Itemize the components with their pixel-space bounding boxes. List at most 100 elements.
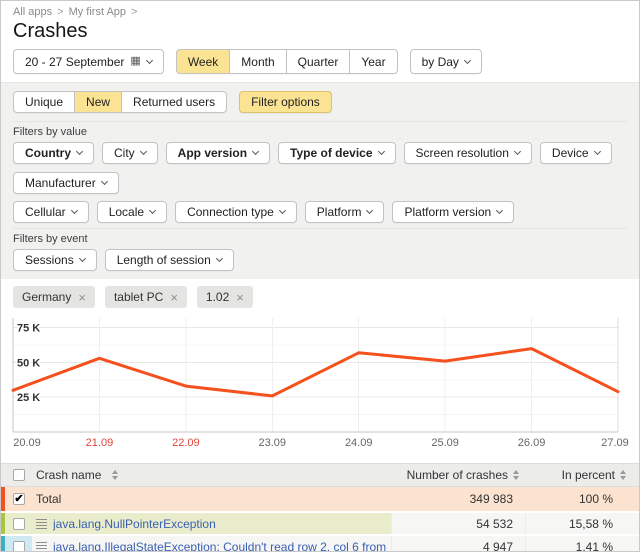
crashes-count: 4 947 xyxy=(391,536,525,552)
total-label: Total xyxy=(36,492,61,506)
table-row: java.lang.IllegalStateException: Couldn'… xyxy=(1,536,639,552)
filter-button-manufacturer[interactable]: Manufacturer xyxy=(13,172,119,194)
filter-chip-label: 1.02 xyxy=(206,290,229,304)
crash-name-link[interactable]: java.lang.IllegalStateException: Couldn'… xyxy=(53,540,386,552)
svg-text:21.09: 21.09 xyxy=(86,437,114,449)
chevron-down-icon xyxy=(252,148,259,155)
filter-button-label: Screen resolution xyxy=(416,146,509,160)
filter-button-label: Length of session xyxy=(117,253,211,267)
chevron-down-icon xyxy=(514,148,521,155)
period-tab-week[interactable]: Week xyxy=(176,49,230,74)
sort-up-icon xyxy=(620,470,626,474)
chevron-down-icon xyxy=(71,207,78,214)
table-row: java.lang.NullPointerException 54 53215,5… xyxy=(1,513,639,534)
period-tab-quarter[interactable]: Quarter xyxy=(286,49,351,74)
crash-details-icon[interactable] xyxy=(36,519,47,529)
chevron-down-icon xyxy=(377,148,384,155)
row-checkbox[interactable] xyxy=(13,518,25,530)
crash-percent: 100 % xyxy=(525,487,640,511)
remove-chip-icon[interactable]: × xyxy=(170,291,178,304)
svg-text:25.09: 25.09 xyxy=(431,437,459,449)
row-checkbox[interactable] xyxy=(13,541,25,552)
chevron-down-icon xyxy=(216,255,223,262)
sort-up-icon xyxy=(112,470,118,474)
period-tab-month[interactable]: Month xyxy=(229,49,286,74)
filter-button-label: Manufacturer xyxy=(25,176,96,190)
sort-down-icon xyxy=(112,476,118,480)
audience-tabs: UniqueNewReturned users xyxy=(13,91,227,113)
filter-button-device[interactable]: Device xyxy=(540,142,612,164)
column-header-label: Crash name xyxy=(36,468,101,482)
chevron-down-icon xyxy=(149,207,156,214)
filters-value-row-1: Country City App version Type of device Scre… xyxy=(13,142,627,194)
date-range-button[interactable]: 20 - 27 September ▦ xyxy=(13,49,164,74)
filter-button-screen-resolution[interactable]: Screen resolution xyxy=(404,142,532,164)
column-header-number-of-crashes[interactable]: Number of crashes xyxy=(391,464,525,486)
chevron-down-icon xyxy=(76,148,83,155)
svg-text:24.09: 24.09 xyxy=(345,437,373,449)
page-header: All apps>My first App> Crashes 20 - 27 S… xyxy=(1,1,639,74)
breadcrumb-link[interactable]: All apps xyxy=(13,6,52,18)
filter-panel: UniqueNewReturned users Filter options F… xyxy=(1,82,639,279)
breadcrumb-link[interactable]: My first App xyxy=(69,6,126,18)
filter-button-city[interactable]: City xyxy=(102,142,158,164)
column-header-label: In percent xyxy=(562,468,615,482)
svg-text:50 K: 50 K xyxy=(17,357,40,369)
sort-icon xyxy=(112,470,118,480)
filter-button-locale[interactable]: Locale xyxy=(97,201,167,223)
row-checkbox[interactable] xyxy=(13,469,25,481)
filter-button-label: Device xyxy=(552,146,589,160)
crash-table-header: Crash name Number of crashes In percent xyxy=(1,463,639,487)
chevron-down-icon xyxy=(279,207,286,214)
sort-up-icon xyxy=(513,470,519,474)
crashes-page: All apps>My first App> Crashes 20 - 27 S… xyxy=(0,0,640,552)
column-header-crash-name[interactable]: Crash name xyxy=(32,464,391,486)
filter-button-label: Platform version xyxy=(404,205,491,219)
filter-button-label: Cellular xyxy=(25,205,66,219)
filter-button-label: Locale xyxy=(109,205,144,219)
remove-chip-icon[interactable]: × xyxy=(78,291,86,304)
filter-button-country[interactable]: Country xyxy=(13,142,94,164)
filter-button-cellular[interactable]: Cellular xyxy=(13,201,89,223)
column-header-in-percent[interactable]: In percent xyxy=(525,464,640,486)
chevron-down-icon xyxy=(146,56,153,63)
filter-button-label: City xyxy=(114,146,135,160)
audience-tab-new[interactable]: New xyxy=(74,91,122,113)
column-header-label: Number of crashes xyxy=(407,468,508,482)
filter-button-app-version[interactable]: App version xyxy=(166,142,270,164)
crash-name-link[interactable]: java.lang.NullPointerException xyxy=(53,517,216,531)
svg-text:26.09: 26.09 xyxy=(518,437,546,449)
svg-text:20.09: 20.09 xyxy=(13,437,41,449)
group-by-button[interactable]: by Day xyxy=(410,49,482,74)
remove-chip-icon[interactable]: × xyxy=(236,291,244,304)
filter-button-platform[interactable]: Platform xyxy=(305,201,385,223)
row-checkbox[interactable]: ✔ xyxy=(13,493,25,505)
filter-options-button[interactable]: Filter options xyxy=(239,91,332,113)
chevron-down-icon xyxy=(140,148,147,155)
crashes-count: 54 532 xyxy=(391,513,525,534)
crashes-chart: 25 K50 K75 K20.0921.0922.0923.0924.0925.… xyxy=(1,315,639,463)
filter-button-type-of-device[interactable]: Type of device xyxy=(278,142,395,164)
period-tab-year[interactable]: Year xyxy=(349,49,397,74)
filter-chip-label: Germany xyxy=(22,290,71,304)
header-checkbox-cell xyxy=(5,464,32,486)
filter-button-platform-version[interactable]: Platform version xyxy=(392,201,514,223)
crash-name-cell: java.lang.IllegalStateException: Couldn'… xyxy=(32,536,391,552)
filter-button-length-of-session[interactable]: Length of session xyxy=(105,249,234,271)
filters-by-event-section: Filters by event SessionsLength of sessi… xyxy=(13,228,627,271)
filter-button-sessions[interactable]: Sessions xyxy=(13,249,97,271)
svg-text:22.09: 22.09 xyxy=(172,437,200,449)
filters-by-value-label: Filters by value xyxy=(13,126,627,138)
calendar-icon: ▦ xyxy=(130,56,140,67)
filter-button-connection-type[interactable]: Connection type xyxy=(175,201,297,223)
filter-button-label: Sessions xyxy=(25,253,74,267)
crash-details-icon[interactable] xyxy=(36,542,47,552)
active-filter-chips: Germany×tablet PC×1.02× xyxy=(1,279,639,315)
svg-text:23.09: 23.09 xyxy=(259,437,287,449)
period-tabs: WeekMonthQuarterYear xyxy=(176,49,398,74)
audience-tab-returned-users[interactable]: Returned users xyxy=(121,91,227,113)
audience-tab-unique[interactable]: Unique xyxy=(13,91,75,113)
breadcrumb-separator-icon: > xyxy=(131,6,137,18)
crash-percent: 15,58 % xyxy=(525,513,640,534)
crash-name-cell: java.lang.NullPointerException xyxy=(32,513,391,534)
